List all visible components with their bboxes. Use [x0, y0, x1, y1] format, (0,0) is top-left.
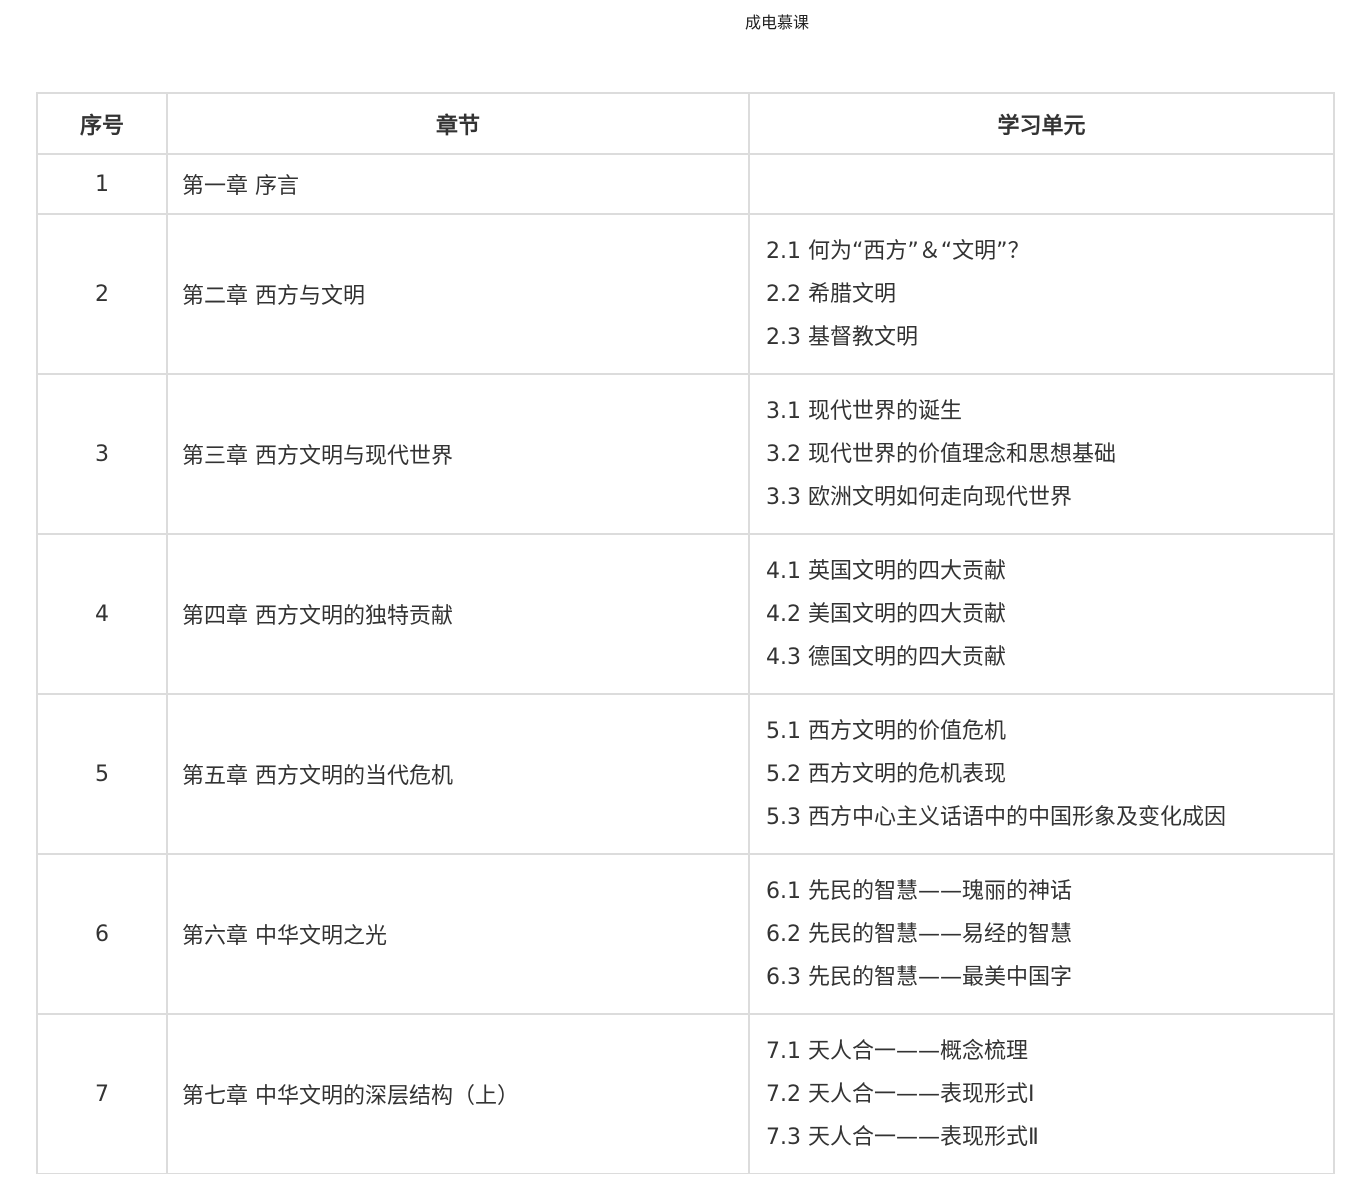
unit-item: 5.1 西方文明的价值危机 [766, 718, 1006, 744]
page-title: 成电慕课 [744, 13, 809, 32]
row-chapter: 第四章 西方文明的独特贡献 [166, 533, 750, 695]
row-chapter: 第三章 西方文明与现代世界 [166, 373, 750, 535]
row-chapter: 第一章 序言 [166, 153, 750, 215]
unit-item: 7.1 天人合一——概念梳理 [766, 1038, 1028, 1064]
row-index: 5 [36, 693, 168, 855]
row-index: 1 [36, 153, 168, 215]
row-chapter: 第六章 中华文明之光 [166, 853, 750, 1015]
row-units: 4.1 英国文明的四大贡献 4.2 美国文明的四大贡献 4.3 德国文明的四大贡… [748, 533, 1335, 695]
row-index: 7 [36, 1013, 168, 1175]
unit-item: 2.2 希腊文明 [766, 281, 896, 307]
table-row: 2 第二章 西方与文明 2.1 何为“西方”＆“文明”？ 2.2 希腊文明 2.… [36, 213, 1335, 375]
table-row: 5 第五章 西方文明的当代危机 5.1 西方文明的价值危机 5.2 西方文明的危… [36, 693, 1335, 855]
row-units: 3.1 现代世界的诞生 3.2 现代世界的价值理念和思想基础 3.3 欧洲文明如… [748, 373, 1335, 535]
row-chapter: 第五章 西方文明的当代危机 [166, 693, 750, 855]
unit-item: 7.3 天人合一——表现形式Ⅱ [766, 1124, 1039, 1150]
unit-item: 4.1 英国文明的四大贡献 [766, 558, 1006, 584]
row-units [748, 153, 1335, 215]
course-outline-table: 序号 章节 学习单元 1 第一章 序言 2 第二章 西方与文明 2.1 何为“西… [36, 92, 1335, 1175]
row-units: 7.1 天人合一——概念梳理 7.2 天人合一——表现形式Ⅰ 7.3 天人合一—… [748, 1013, 1335, 1175]
table-continuation-edge [0, 1174, 1364, 1186]
unit-item: 2.3 基督教文明 [766, 324, 918, 350]
row-chapter: 第二章 西方与文明 [166, 213, 750, 375]
row-index: 2 [36, 213, 168, 375]
unit-item: 5.2 西方文明的危机表现 [766, 761, 1006, 787]
table-row: 1 第一章 序言 [36, 153, 1335, 215]
unit-item: 5.3 西方中心主义话语中的中国形象及变化成因 [766, 804, 1226, 830]
row-index: 4 [36, 533, 168, 695]
table-row: 7 第七章 中华文明的深层结构（上） 7.1 天人合一——概念梳理 7.2 天人… [36, 1013, 1335, 1175]
unit-item: 6.1 先民的智慧——瑰丽的神话 [766, 878, 1072, 904]
table-header-row: 序号 章节 学习单元 [36, 92, 1335, 155]
row-chapter: 第七章 中华文明的深层结构（上） [166, 1013, 750, 1175]
row-index: 6 [36, 853, 168, 1015]
table-row: 4 第四章 西方文明的独特贡献 4.1 英国文明的四大贡献 4.2 美国文明的四… [36, 533, 1335, 695]
column-header-chapter: 章节 [166, 92, 750, 155]
table-row: 6 第六章 中华文明之光 6.1 先民的智慧——瑰丽的神话 6.2 先民的智慧—… [36, 853, 1335, 1015]
row-units: 6.1 先民的智慧——瑰丽的神话 6.2 先民的智慧——易经的智慧 6.3 先民… [748, 853, 1335, 1015]
unit-item: 2.1 何为“西方”＆“文明”？ [766, 238, 1030, 264]
unit-item: 3.1 现代世界的诞生 [766, 398, 962, 424]
column-header-index: 序号 [36, 92, 168, 155]
row-units: 2.1 何为“西方”＆“文明”？ 2.2 希腊文明 2.3 基督教文明 [748, 213, 1335, 375]
row-units: 5.1 西方文明的价值危机 5.2 西方文明的危机表现 5.3 西方中心主义话语… [748, 693, 1335, 855]
unit-item: 6.3 先民的智慧——最美中国字 [766, 964, 1072, 990]
unit-item: 3.3 欧洲文明如何走向现代世界 [766, 484, 1072, 510]
unit-item: 6.2 先民的智慧——易经的智慧 [766, 921, 1072, 947]
unit-item: 3.2 现代世界的价值理念和思想基础 [766, 441, 1116, 467]
unit-item: 7.2 天人合一——表现形式Ⅰ [766, 1081, 1035, 1107]
unit-item: 4.3 德国文明的四大贡献 [766, 644, 1006, 670]
unit-item: 4.2 美国文明的四大贡献 [766, 601, 1006, 627]
column-header-units: 学习单元 [748, 92, 1335, 155]
table-row: 3 第三章 西方文明与现代世界 3.1 现代世界的诞生 3.2 现代世界的价值理… [36, 373, 1335, 535]
row-index: 3 [36, 373, 168, 535]
